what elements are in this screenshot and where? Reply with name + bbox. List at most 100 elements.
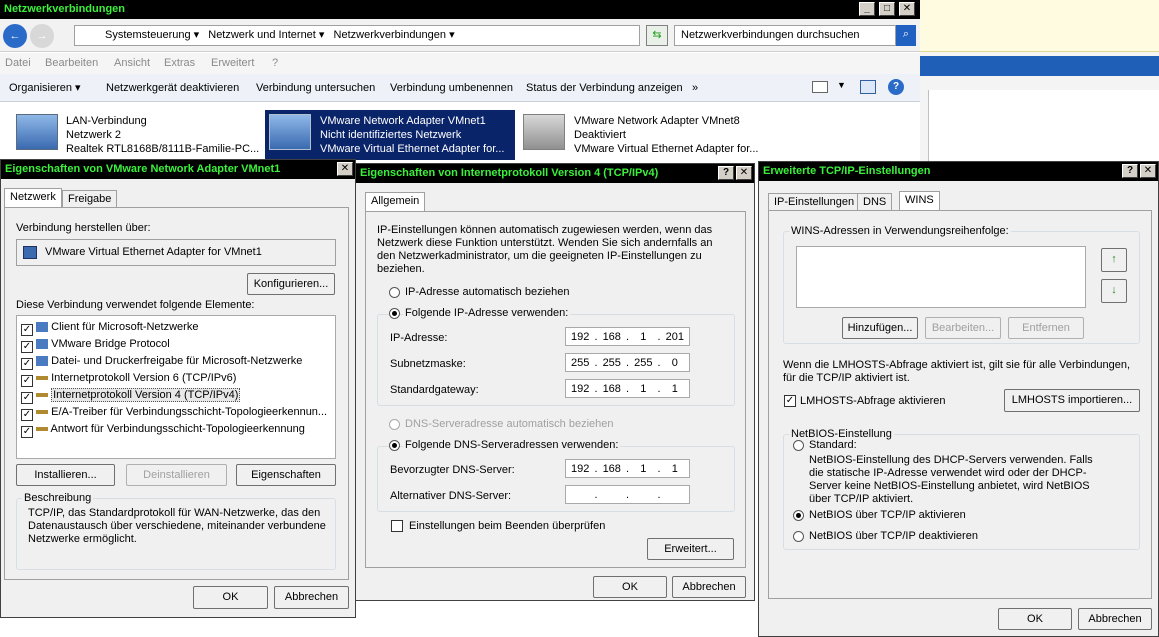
ok-button[interactable]: OK <box>998 608 1072 630</box>
menu-help[interactable]: ? <box>272 53 278 74</box>
connection-vmnet8[interactable]: VMware Network Adapter VMnet8 Deaktivier… <box>519 110 769 160</box>
move-down-button[interactable]: ↓ <box>1101 279 1127 303</box>
ip-octet: 201 <box>665 330 684 343</box>
connection-lan[interactable]: LAN-Verbindung Netzwerk 2 Realtek RTL816… <box>12 110 262 160</box>
auto-ip-radio[interactable] <box>389 287 400 298</box>
validate-checkbox[interactable] <box>391 520 403 532</box>
protocol-icon <box>36 322 49 333</box>
remove-button[interactable]: Entfernen <box>1008 317 1084 339</box>
configure-button[interactable]: Konfigurieren... <box>247 273 335 295</box>
breadcrumb-3[interactable]: Netzwerkverbindungen <box>334 29 447 41</box>
menu-advanced[interactable]: Erweitert <box>211 53 254 74</box>
list-item[interactable]: ✓ Datei- und Druckerfreigabe für Microso… <box>21 353 302 370</box>
item-checkbox[interactable]: ✓ <box>21 341 33 353</box>
status-button[interactable]: Status der Verbindung anzeigen <box>526 80 683 96</box>
netbios-default-radio[interactable] <box>793 440 804 451</box>
help-icon[interactable]: ? <box>888 79 904 95</box>
close-button[interactable]: ✕ <box>736 166 752 180</box>
wins-address-list[interactable] <box>796 246 1086 308</box>
cancel-button[interactable]: Abbrechen <box>274 586 349 609</box>
manual-dns-radio[interactable] <box>389 440 400 451</box>
connection-status: Nicht identifiziertes Netzwerk <box>320 129 462 141</box>
back-button[interactable]: ← <box>3 24 27 48</box>
adapter-field: VMware Virtual Ethernet Adapter for VMne… <box>16 239 336 266</box>
list-item[interactable]: ✓ E/A-Treiber für Verbindungsschicht-Top… <box>21 404 327 421</box>
tab-dns[interactable]: DNS <box>857 193 893 211</box>
gateway-field[interactable]: 192. 168. 1. 1 <box>565 379 690 398</box>
alternate-dns-field[interactable]: . . . <box>565 485 690 504</box>
connection-adapter: Realtek RTL8168B/8111B-Familie-PC... <box>66 143 260 155</box>
maximize-button[interactable]: □ <box>879 2 895 16</box>
menu-view[interactable]: Ansicht <box>114 53 150 74</box>
list-item[interactable]: ✓ Internetprotokoll Version 6 (TCP/IPv6) <box>21 370 236 387</box>
item-label: Datei- und Druckerfreigabe für Microsoft… <box>51 355 303 367</box>
tab-wins[interactable]: WINS <box>899 191 940 211</box>
install-button[interactable]: Installieren... <box>16 464 115 486</box>
menu-edit[interactable]: Bearbeiten <box>45 53 98 74</box>
item-checkbox[interactable]: ✓ <box>21 358 33 370</box>
tab-ip-settings[interactable]: IP-Einstellungen <box>768 193 861 211</box>
breadcrumb-2[interactable]: Netzwerk und Internet <box>208 29 316 41</box>
cancel-button[interactable]: Abbrechen <box>672 576 746 598</box>
organize-button[interactable]: Organisieren ▾ <box>9 80 81 96</box>
close-button[interactable]: ✕ <box>337 162 353 176</box>
add-button[interactable]: Hinzufügen... <box>842 317 918 339</box>
network-adapter-icon <box>269 114 311 150</box>
auto-dns-radio[interactable] <box>389 419 400 430</box>
lmhosts-import-button[interactable]: LMHOSTS importieren... <box>1004 389 1140 412</box>
tab-general[interactable]: Allgemein <box>365 192 426 212</box>
gateway-label: Standardgateway: <box>390 384 479 396</box>
item-checkbox[interactable]: ✓ <box>21 324 33 336</box>
dns-octet: 1 <box>671 462 678 475</box>
item-checkbox[interactable]: ✓ <box>21 426 33 438</box>
gw-octet: 1 <box>671 382 678 395</box>
move-up-button[interactable]: ↑ <box>1101 248 1127 272</box>
tab-network[interactable]: Netzwerk <box>4 188 62 208</box>
ip-address-field[interactable]: 192. 168. 1. 201 <box>565 327 690 346</box>
edit-button[interactable]: Bearbeiten... <box>925 317 1001 339</box>
disable-device-button[interactable]: Netzwerkgerät deaktivieren <box>106 80 239 96</box>
list-item[interactable]: ✓ Internetprotokoll Version 4 (TCP/IPv4) <box>21 387 241 404</box>
breadcrumb-1[interactable]: Systemsteuerung <box>105 29 191 41</box>
menu-extras[interactable]: Extras <box>164 53 195 74</box>
help-button[interactable]: ? <box>1122 164 1138 178</box>
ok-button[interactable]: OK <box>593 576 667 598</box>
netbios-disable-radio[interactable] <box>793 531 804 542</box>
preview-pane-icon[interactable] <box>860 80 876 94</box>
uninstall-button[interactable]: Deinstallieren <box>126 464 227 486</box>
tab-sharing[interactable]: Freigabe <box>62 190 118 208</box>
more-button[interactable]: » <box>692 80 698 96</box>
list-item[interactable]: ✓ Client für Microsoft-Netzwerke <box>21 319 198 336</box>
menu-file[interactable]: Datei <box>5 53 31 74</box>
search-input[interactable]: Netzwerkverbindungen durchsuchen <box>674 25 896 46</box>
ok-button[interactable]: OK <box>193 586 268 609</box>
preferred-dns-field[interactable]: 192. 168. 1. 1 <box>565 459 690 478</box>
item-checkbox[interactable]: ✓ <box>21 375 33 387</box>
cancel-button[interactable]: Abbrechen <box>1078 608 1152 630</box>
close-button[interactable]: ✕ <box>1140 164 1156 178</box>
items-list[interactable]: ✓ Client für Microsoft-Netzwerke ✓ VMwar… <box>16 315 336 459</box>
address-bar[interactable]: Systemsteuerung ▾ Netzwerk und Internet … <box>74 25 640 46</box>
subnet-mask-field[interactable]: 255. 255. 255. 0 <box>565 353 690 372</box>
refresh-button[interactable]: ⇆ <box>646 25 668 46</box>
search-icon[interactable]: ⌕ <box>896 25 916 46</box>
view-options-icon[interactable] <box>812 81 828 93</box>
netbios-enable-radio[interactable] <box>793 510 804 521</box>
minimize-button[interactable]: _ <box>859 2 875 16</box>
diagnose-button[interactable]: Verbindung untersuchen <box>256 80 375 96</box>
item-checkbox[interactable]: ✓ <box>21 409 33 421</box>
chevron-down-icon[interactable]: ▼ <box>837 80 846 90</box>
connection-status: Netzwerk 2 <box>66 129 122 141</box>
manual-ip-radio[interactable] <box>389 308 400 319</box>
item-checkbox[interactable]: ✓ <box>21 392 33 404</box>
properties-button[interactable]: Eigenschaften <box>236 464 336 486</box>
list-item[interactable]: ✓ Antwort für Verbindungsschicht-Topolog… <box>21 421 305 438</box>
connection-vmnet1[interactable]: VMware Network Adapter VMnet1 Nicht iden… <box>265 110 515 160</box>
lmhosts-checkbox[interactable]: ✓ <box>784 395 796 407</box>
forward-button[interactable]: → <box>30 24 54 48</box>
rename-button[interactable]: Verbindung umbenennen <box>390 80 513 96</box>
list-item[interactable]: ✓ VMware Bridge Protocol <box>21 336 170 353</box>
advanced-button[interactable]: Erweitert... <box>647 538 734 560</box>
help-button[interactable]: ? <box>718 166 734 180</box>
close-button[interactable]: ✕ <box>899 2 915 16</box>
